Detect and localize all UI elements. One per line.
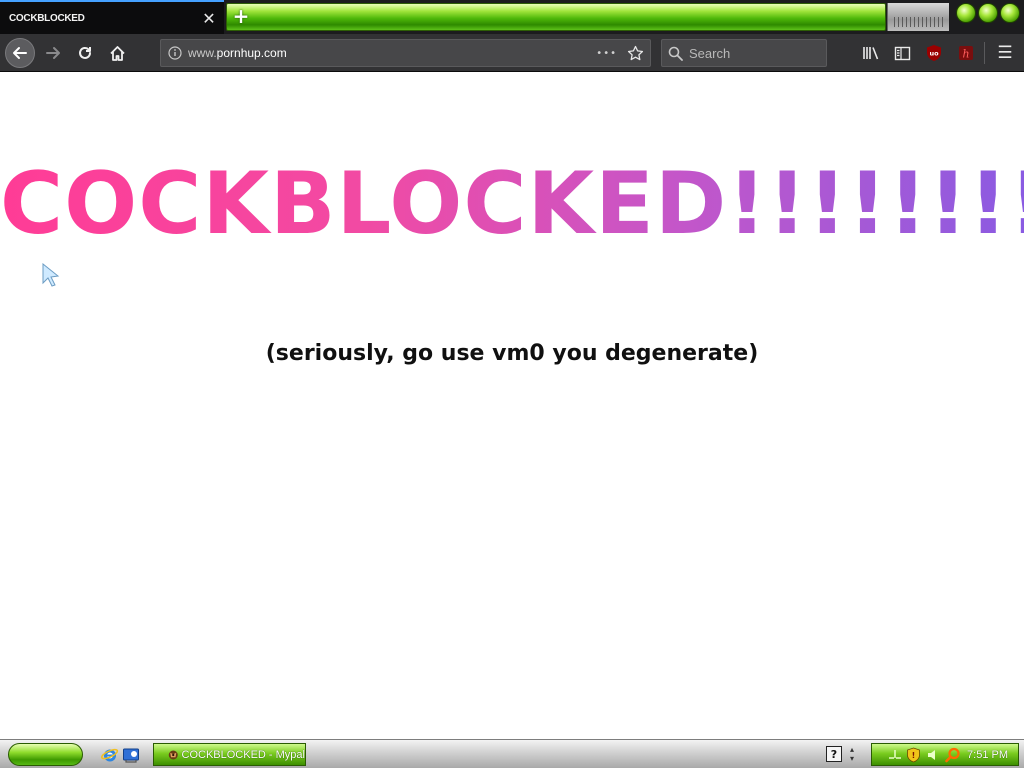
new-tab-button[interactable]: +	[229, 4, 253, 28]
svg-text:uo: uo	[929, 50, 939, 58]
start-button[interactable]	[8, 743, 83, 766]
page-actions-icon[interactable]: •••	[596, 48, 617, 59]
tab-active[interactable]: COCKBLOCKED ✕	[0, 0, 224, 34]
search-icon	[668, 46, 683, 61]
navigation-toolbar: www.pornhup.com ••• Search uo h ☰	[0, 34, 1024, 72]
taskbar-item-mypal[interactable]: COCKBLOCKED - Mypal	[153, 743, 306, 766]
taskbar-clock: 7:51 PM	[967, 749, 1008, 761]
library-icon	[863, 47, 879, 60]
network-icon[interactable]	[888, 748, 902, 762]
bookmark-star-icon[interactable]	[627, 45, 644, 62]
url-domain: pornhup.com	[216, 46, 287, 60]
search-placeholder: Search	[689, 45, 731, 61]
page-content: COCKBLOCKED!!!!!!!! (seriously, go use v…	[0, 73, 1024, 739]
url-bar[interactable]: www.pornhup.com •••	[160, 39, 651, 67]
extension-h-icon: h	[959, 46, 973, 61]
mouse-cursor-icon	[42, 263, 60, 287]
mypal-app-icon	[168, 749, 178, 760]
svg-text:h: h	[962, 48, 969, 61]
help-icon[interactable]: ?	[826, 746, 842, 762]
page-headline: COCKBLOCKED!!!!!!!!	[0, 154, 1024, 254]
ublock-origin-icon: uo	[927, 45, 941, 61]
page-subline: (seriously, go use vm0 you degenerate)	[265, 341, 759, 366]
home-icon	[109, 45, 125, 61]
tab-title: COCKBLOCKED	[9, 12, 85, 24]
internet-explorer-icon[interactable]	[101, 746, 119, 764]
sidebar-button[interactable]	[889, 40, 915, 66]
show-desktop-icon[interactable]	[122, 746, 140, 764]
taskbar-item-label: COCKBLOCKED - Mypal	[181, 748, 305, 761]
grip-lines	[894, 17, 945, 27]
system-tray: ! 7:51 PM	[871, 743, 1019, 766]
volume-icon[interactable]	[926, 748, 942, 762]
info-icon[interactable]	[168, 46, 182, 60]
svg-text:!: !	[912, 751, 916, 760]
tabstrip-theme-bar	[226, 3, 886, 31]
tab-strip: COCKBLOCKED ✕ +	[0, 0, 1024, 34]
window-drag-grip[interactable]	[887, 3, 949, 31]
tray-expand-icon[interactable]: ▴ ▾	[850, 745, 860, 763]
back-arrow-icon	[13, 47, 27, 59]
sidebar-icon	[894, 46, 910, 60]
ublock-origin-button[interactable]: uo	[921, 40, 947, 66]
taskbar: COCKBLOCKED - Mypal ? ▴ ▾ ! 7:51 PM	[0, 739, 1024, 768]
toolbar-separator	[984, 42, 985, 64]
reload-icon	[79, 46, 91, 59]
security-shield-icon[interactable]: !	[906, 747, 921, 763]
minimize-button[interactable]	[956, 3, 976, 23]
reload-button[interactable]	[70, 38, 100, 68]
close-window-button[interactable]	[1000, 3, 1020, 23]
home-button[interactable]	[102, 38, 132, 68]
open-menu-button[interactable]: ☰	[992, 40, 1018, 66]
forward-button[interactable]	[38, 38, 68, 68]
forward-arrow-icon	[46, 47, 60, 59]
search-tray-icon[interactable]	[945, 747, 961, 763]
back-button[interactable]	[5, 38, 35, 68]
library-button[interactable]	[858, 40, 884, 66]
url-text[interactable]: www.pornhup.com	[188, 46, 596, 60]
search-bar[interactable]: Search	[661, 39, 827, 67]
extension-button[interactable]: h	[953, 40, 979, 66]
url-prefix: www.	[188, 46, 217, 60]
tab-close-icon[interactable]: ✕	[198, 7, 220, 29]
maximize-button[interactable]	[978, 3, 998, 23]
